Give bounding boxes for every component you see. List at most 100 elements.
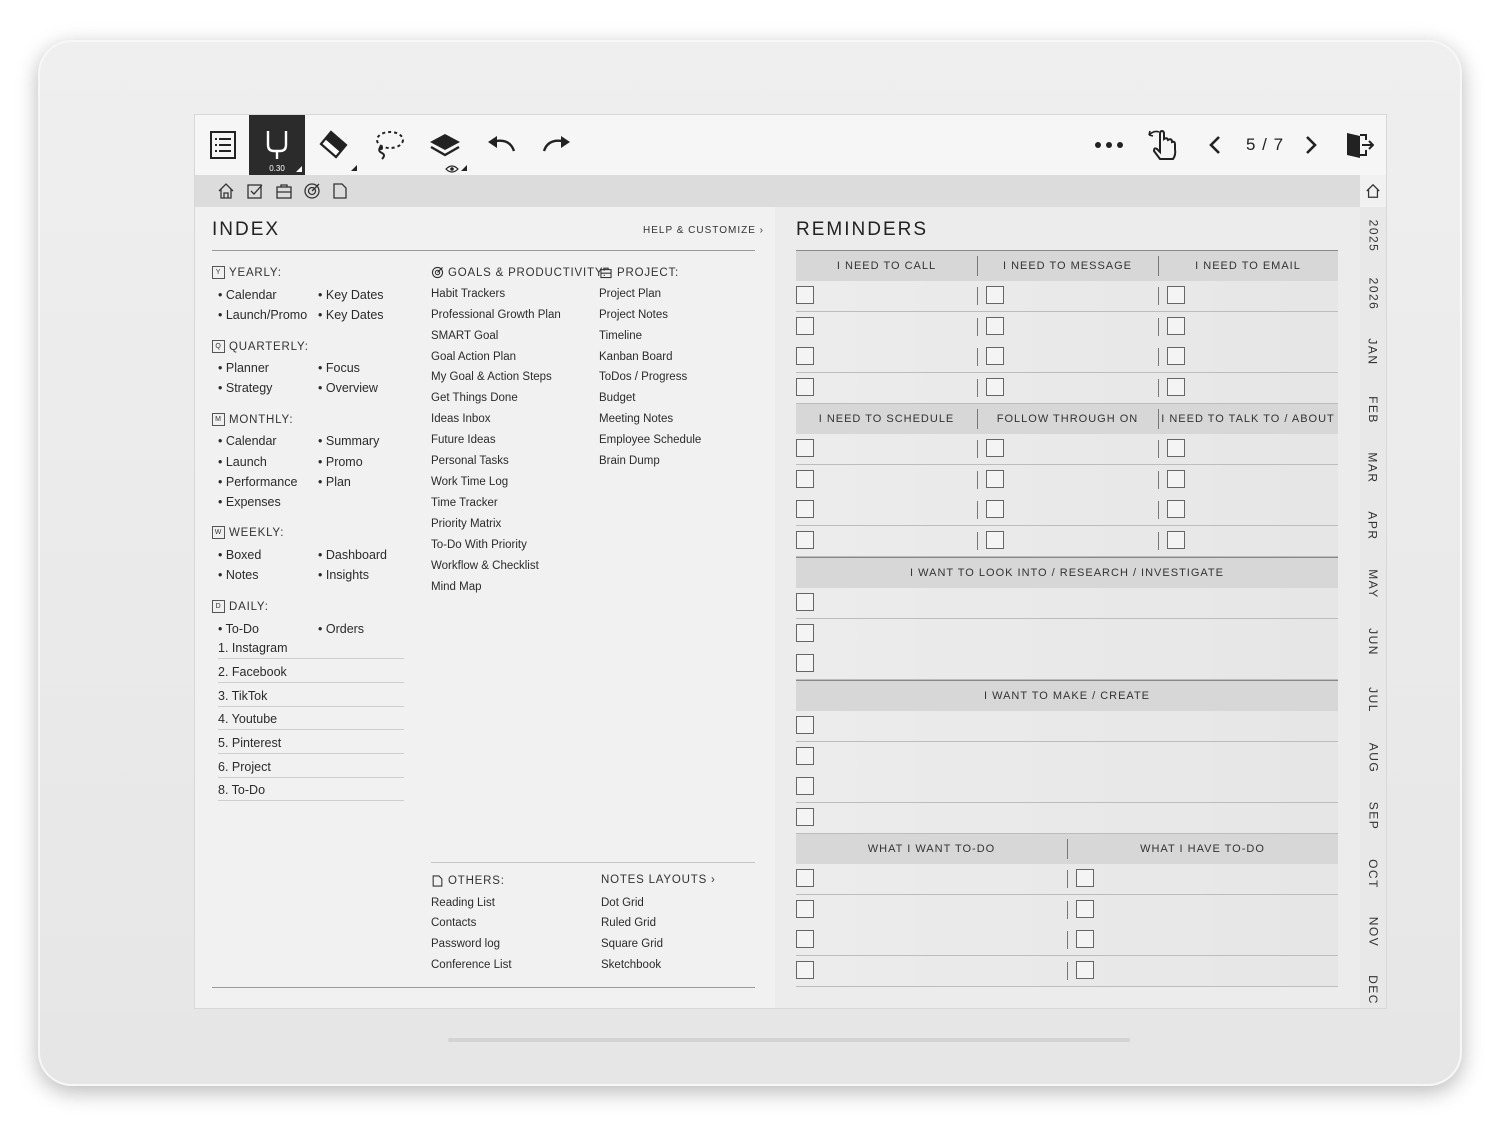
reminder-checkbox[interactable] bbox=[1076, 930, 1094, 949]
reminder-checkbox[interactable] bbox=[1167, 531, 1185, 550]
link-goals-item[interactable]: Personal Tasks bbox=[431, 455, 509, 467]
link-monthly-calendar[interactable]: • Calendar bbox=[218, 434, 277, 448]
link-goals-item[interactable]: Get Things Done bbox=[431, 392, 518, 404]
reminder-checkbox[interactable] bbox=[1076, 961, 1094, 980]
briefcase-icon[interactable] bbox=[275, 182, 293, 200]
reminder-checkbox[interactable] bbox=[796, 808, 814, 827]
list-item[interactable]: 4. Youtube bbox=[218, 712, 404, 730]
link-weekly-notes[interactable]: • Notes bbox=[218, 568, 259, 582]
reminder-checkbox[interactable] bbox=[796, 469, 814, 488]
link-yearly-launch-promo[interactable]: • Launch/Promo bbox=[218, 308, 307, 322]
side-tab-2026[interactable]: 2026 bbox=[1360, 265, 1386, 323]
link-monthly-plan[interactable]: • Plan bbox=[318, 475, 351, 489]
link-project-item[interactable]: Kanban Board bbox=[599, 351, 673, 363]
link-project-item[interactable]: Meeting Notes bbox=[599, 413, 673, 425]
link-goals-item[interactable]: Workflow & Checklist bbox=[431, 560, 539, 572]
link-monthly-performance[interactable]: • Performance bbox=[218, 475, 297, 489]
reminder-checkbox[interactable] bbox=[796, 869, 814, 887]
list-item[interactable]: 1. Instagram bbox=[218, 641, 404, 659]
link-goals-item[interactable]: My Goal & Action Steps bbox=[431, 371, 552, 383]
reminder-checkbox[interactable] bbox=[796, 316, 814, 335]
link-project-item[interactable]: Project Plan bbox=[599, 288, 661, 300]
side-tab-aug[interactable]: AUG bbox=[1360, 729, 1386, 787]
link-monthly-summary[interactable]: • Summary bbox=[318, 434, 379, 448]
exit-icon[interactable] bbox=[1331, 115, 1386, 175]
link-goals-item[interactable]: Time Tracker bbox=[431, 497, 498, 509]
reminder-checkbox[interactable] bbox=[796, 623, 814, 642]
side-tab-jul[interactable]: JUL bbox=[1360, 671, 1386, 729]
reminder-checkbox[interactable] bbox=[986, 500, 1004, 519]
reminder-checkbox[interactable] bbox=[796, 716, 814, 734]
reminder-checkbox[interactable] bbox=[986, 531, 1004, 550]
link-notes-layout[interactable]: Sketchbook bbox=[601, 959, 661, 971]
reminder-checkbox[interactable] bbox=[1076, 869, 1094, 887]
link-others-item[interactable]: Contacts bbox=[431, 917, 476, 929]
reminder-checkbox[interactable] bbox=[796, 378, 814, 397]
menu-icon[interactable] bbox=[195, 115, 251, 175]
link-goals-item[interactable]: Work Time Log bbox=[431, 476, 508, 488]
reminder-checkbox[interactable] bbox=[796, 654, 814, 673]
link-goals-item[interactable]: Professional Growth Plan bbox=[431, 309, 561, 321]
link-others-item[interactable]: Password log bbox=[431, 938, 500, 950]
link-monthly-promo[interactable]: • Promo bbox=[318, 455, 363, 469]
link-goals-item[interactable]: Future Ideas bbox=[431, 434, 496, 446]
link-goals-item[interactable]: SMART Goal bbox=[431, 330, 498, 342]
reminder-checkbox[interactable] bbox=[986, 347, 1004, 366]
reminder-checkbox[interactable] bbox=[1076, 899, 1094, 918]
link-others-item[interactable]: Conference List bbox=[431, 959, 512, 971]
reminder-checkbox[interactable] bbox=[796, 961, 814, 980]
link-goals-item[interactable]: Habit Trackers bbox=[431, 288, 505, 300]
link-project-item[interactable]: Budget bbox=[599, 392, 635, 404]
link-weekly-boxed[interactable]: • Boxed bbox=[218, 548, 261, 562]
redo-icon[interactable] bbox=[529, 115, 585, 175]
link-yearly-key-dates[interactable]: • Key Dates bbox=[318, 288, 384, 302]
side-home-tab[interactable] bbox=[1360, 175, 1386, 207]
side-tab-apr[interactable]: APR bbox=[1360, 497, 1386, 555]
more-icon[interactable] bbox=[1081, 115, 1137, 175]
link-notes-layout[interactable]: Dot Grid bbox=[601, 897, 644, 909]
layers-icon[interactable] bbox=[417, 115, 473, 175]
side-tab-sep[interactable]: SEP bbox=[1360, 787, 1386, 845]
link-quarterly-focus[interactable]: • Focus bbox=[318, 361, 360, 375]
note-icon[interactable] bbox=[331, 182, 349, 200]
link-yearly-calendar[interactable]: • Calendar bbox=[218, 288, 277, 302]
link-project-item[interactable]: Brain Dump bbox=[599, 455, 660, 467]
link-quarterly-overview[interactable]: • Overview bbox=[318, 381, 378, 395]
reminder-checkbox[interactable] bbox=[796, 899, 814, 918]
help-customize-link[interactable]: HELP & CUSTOMIZE › bbox=[643, 225, 764, 236]
side-tab-nov[interactable]: NOV bbox=[1360, 903, 1386, 961]
reminder-checkbox[interactable] bbox=[986, 286, 1004, 304]
side-tab-mar[interactable]: MAR bbox=[1360, 439, 1386, 497]
list-item[interactable]: 8. To-Do bbox=[218, 783, 404, 801]
list-item[interactable]: 3. TikTok bbox=[218, 689, 404, 707]
link-others-item[interactable]: Reading List bbox=[431, 897, 495, 909]
link-goals-item[interactable]: Goal Action Plan bbox=[431, 351, 516, 363]
link-daily-orders[interactable]: • Orders bbox=[318, 622, 364, 636]
reminder-checkbox[interactable] bbox=[1167, 286, 1185, 304]
side-tab-oct[interactable]: OCT bbox=[1360, 845, 1386, 903]
reminder-checkbox[interactable] bbox=[796, 531, 814, 550]
reminder-checkbox[interactable] bbox=[796, 777, 814, 796]
side-tab-dec[interactable]: DEC bbox=[1360, 961, 1386, 1008]
reminder-checkbox[interactable] bbox=[796, 593, 814, 611]
link-project-item[interactable]: Project Notes bbox=[599, 309, 668, 321]
notes-layouts-link[interactable]: NOTES LAYOUTS › bbox=[601, 874, 716, 886]
goal-icon[interactable] bbox=[303, 182, 321, 200]
eraser-icon[interactable] bbox=[305, 115, 361, 175]
reminder-checkbox[interactable] bbox=[796, 286, 814, 304]
reminder-checkbox[interactable] bbox=[1167, 378, 1185, 397]
link-goals-item[interactable]: Mind Map bbox=[431, 581, 482, 593]
side-tab-jun[interactable]: JUN bbox=[1360, 613, 1386, 671]
link-goals-item[interactable]: Ideas Inbox bbox=[431, 413, 490, 425]
side-tab-jan[interactable]: JAN bbox=[1360, 323, 1386, 381]
undo-icon[interactable] bbox=[473, 115, 529, 175]
reminder-checkbox[interactable] bbox=[1167, 500, 1185, 519]
checkbox-icon[interactable] bbox=[246, 182, 264, 200]
link-quarterly-strategy[interactable]: • Strategy bbox=[218, 381, 272, 395]
list-item[interactable]: 2. Facebook bbox=[218, 665, 404, 683]
link-notes-layout[interactable]: Ruled Grid bbox=[601, 917, 656, 929]
link-goals-item[interactable]: To-Do With Priority bbox=[431, 539, 527, 551]
link-monthly-launch[interactable]: • Launch bbox=[218, 455, 267, 469]
reminder-checkbox[interactable] bbox=[986, 469, 1004, 488]
reminder-checkbox[interactable] bbox=[986, 378, 1004, 397]
